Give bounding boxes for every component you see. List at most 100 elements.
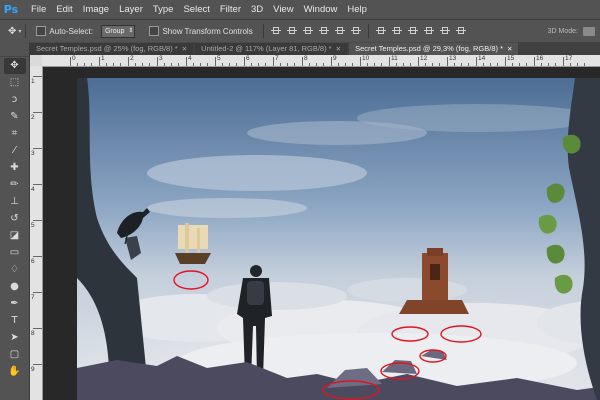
options-bar: ✥ ▾ Auto-Select: Group Show Transform Co…	[0, 19, 600, 43]
menu-window[interactable]: Window	[299, 4, 343, 15]
canvas-area[interactable]	[43, 67, 600, 400]
menu-select[interactable]: Select	[178, 4, 214, 15]
ruler-tick	[447, 57, 448, 66]
ruler-minor-tick	[432, 63, 433, 66]
align-vcenter-icon[interactable]	[286, 26, 297, 36]
vertical-ruler[interactable]: 1 2 3 4 5 6 7 8 9	[30, 66, 43, 400]
quick-select-tool-icon[interactable]: ✎	[4, 109, 26, 125]
marquee-tool-icon[interactable]: ⬚	[4, 75, 26, 91]
close-icon[interactable]: ✕	[507, 46, 512, 53]
document-canvas[interactable]	[77, 78, 600, 400]
ruler-number: 4	[188, 55, 192, 62]
ruler-tick	[33, 148, 42, 149]
align-hcenter-icon[interactable]	[334, 26, 345, 36]
ruler-minor-tick	[374, 63, 375, 66]
ruler-tick	[563, 57, 564, 66]
document-tab[interactable]: Untitled-2 @ 117% (Layer 81, RGB/8) * ✕	[195, 42, 348, 55]
menu-help[interactable]: Help	[342, 4, 372, 15]
ruler-number: 1	[31, 78, 35, 85]
eyedropper-tool-icon[interactable]: ⁄	[4, 143, 26, 159]
crop-tool-icon[interactable]: ⌗	[4, 126, 26, 142]
ruler-number: 16	[536, 55, 544, 62]
ruler-minor-tick	[294, 63, 295, 66]
horizontal-ruler[interactable]: 0 1 2 3 4 5 6 7 8 9 10 11 12 13 14 15 16 17	[42, 55, 600, 67]
menu-edit[interactable]: Edit	[51, 4, 77, 15]
align-right-icon[interactable]	[350, 26, 361, 36]
ruler-minor-tick	[468, 63, 469, 66]
healing-brush-tool-icon[interactable]: ✚	[4, 160, 26, 176]
ruler-minor-tick	[323, 63, 324, 66]
ruler-minor-tick	[149, 63, 150, 66]
ruler-minor-tick	[367, 63, 368, 66]
hand-tool-icon[interactable]: ✋	[4, 364, 26, 380]
menu-file[interactable]: File	[26, 4, 51, 15]
distribute-right-icon[interactable]	[455, 26, 466, 36]
ruler-minor-tick	[309, 63, 310, 66]
menu-image[interactable]: Image	[78, 4, 114, 15]
auto-select-dropdown[interactable]: Group	[100, 24, 136, 38]
ruler-minor-tick	[345, 63, 346, 66]
chevron-down-icon[interactable]: ▾	[18, 28, 21, 35]
path-select-tool-icon[interactable]: ➤	[4, 330, 26, 346]
align-top-icon[interactable]	[270, 26, 281, 36]
ruler-minor-tick	[461, 63, 462, 66]
auto-select-checkbox[interactable]	[36, 26, 47, 36]
menu-layer[interactable]: Layer	[114, 4, 148, 15]
ruler-tick	[534, 57, 535, 66]
dodge-tool-icon[interactable]: ●	[4, 279, 26, 295]
blur-tool-icon[interactable]: ♢	[4, 262, 26, 278]
ruler-minor-tick	[236, 63, 237, 66]
ruler-tick	[418, 57, 419, 66]
ruler-tick	[331, 57, 332, 66]
ruler-minor-tick	[287, 63, 288, 66]
ruler-minor-tick	[403, 63, 404, 66]
pen-tool-icon[interactable]: ✒	[4, 296, 26, 312]
ruler-minor-tick	[142, 63, 143, 66]
ruler-tick	[33, 256, 42, 257]
ruler-number: 2	[31, 114, 35, 121]
gradient-tool-icon[interactable]: ▭	[4, 245, 26, 261]
document-tab-active[interactable]: Secret Temples.psd @ 29,3% (fog, RGB/8) …	[349, 42, 519, 55]
auto-select-label: Auto-Select:	[49, 26, 93, 36]
move-tool-preset-icon[interactable]: ✥	[8, 26, 16, 37]
menu-filter[interactable]: Filter	[215, 4, 246, 15]
tools-panel-header[interactable]	[0, 42, 29, 57]
lasso-tool-icon[interactable]: ↄ	[4, 92, 26, 108]
ruler-minor-tick	[497, 63, 498, 66]
3d-camera-icon[interactable]	[583, 26, 595, 36]
align-left-icon[interactable]	[318, 26, 329, 36]
document-tab-label: Secret Temples.psd @ 29,3% (fog, RGB/8) …	[355, 44, 504, 53]
ruler-minor-tick	[265, 63, 266, 66]
ruler-minor-tick	[396, 63, 397, 66]
close-icon[interactable]: ✕	[336, 46, 341, 53]
move-tool-icon[interactable]: ✥	[3, 58, 26, 74]
ruler-number: 4	[31, 186, 35, 193]
ruler-minor-tick	[584, 63, 585, 66]
type-tool-icon[interactable]: T	[4, 313, 26, 329]
ruler-number: 14	[478, 55, 486, 62]
show-transform-checkbox[interactable]	[149, 26, 160, 36]
menu-type[interactable]: Type	[148, 4, 179, 15]
clone-stamp-tool-icon[interactable]: ⊥	[4, 194, 26, 210]
document-tab[interactable]: Secret Temples.psd @ 25% (fog, RGB/8) * ✕	[30, 42, 194, 55]
ruler-number: 1	[101, 55, 105, 62]
3d-mode-label: 3D Mode:	[547, 27, 578, 35]
distribute-hcenter-icon[interactable]	[439, 26, 450, 36]
history-brush-tool-icon[interactable]: ↺	[4, 211, 26, 227]
distribute-bottom-icon[interactable]	[407, 26, 418, 36]
distribute-vcenter-icon[interactable]	[391, 26, 402, 36]
eraser-tool-icon[interactable]: ◪	[4, 228, 26, 244]
brush-tool-icon[interactable]: ✏	[4, 177, 26, 193]
divider	[25, 24, 27, 38]
ruler-minor-tick	[352, 63, 353, 66]
distribute-top-icon[interactable]	[375, 26, 386, 36]
close-icon[interactable]: ✕	[182, 46, 187, 53]
shape-tool-icon[interactable]: ▢	[4, 347, 26, 363]
ruler-number: 12	[420, 55, 428, 62]
ruler-minor-tick	[512, 63, 513, 66]
menu-view[interactable]: View	[268, 4, 298, 15]
distribute-left-icon[interactable]	[423, 26, 434, 36]
menu-3d[interactable]: 3D	[246, 4, 268, 15]
align-bottom-icon[interactable]	[302, 26, 313, 36]
document-tab-bar: Secret Temples.psd @ 25% (fog, RGB/8) * ✕…	[30, 42, 600, 55]
